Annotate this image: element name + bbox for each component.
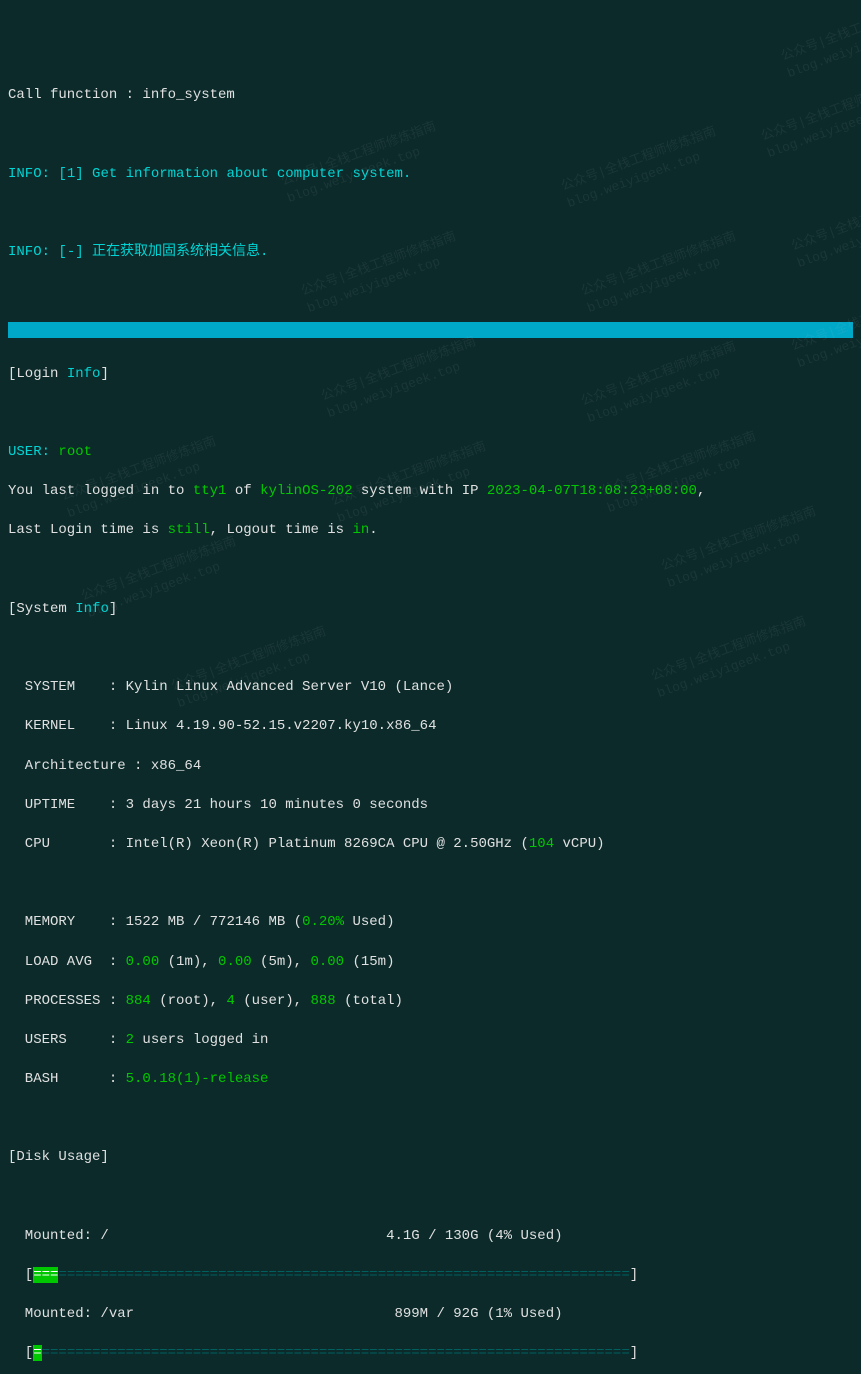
proc-total: 888	[311, 993, 336, 1009]
load-5m: 0.00	[218, 954, 252, 970]
hostname-value: kylinOS-202	[260, 483, 352, 499]
kernel-line: KERNEL : Linux 4.19.90-52.15.v2207.ky10.…	[8, 717, 853, 737]
blank-line	[8, 282, 853, 302]
uptime-label: UPTIME :	[8, 797, 126, 813]
blank-line	[8, 1109, 853, 1129]
disk-usage-heading: [Disk Usage]	[8, 1148, 853, 1168]
blank-line	[8, 204, 853, 224]
system-info-heading: [System Info]	[8, 600, 853, 620]
load-1m: 0.00	[126, 954, 160, 970]
bash-line: BASH : 5.0.18(1)-release	[8, 1070, 853, 1090]
memory-label: MEMORY :	[8, 914, 126, 930]
login-info-heading: [Login Info]	[8, 365, 853, 385]
watermark: 公众号|全栈工程师修炼指南blog.weiyigeek.top	[659, 503, 825, 593]
users-label: USERS :	[8, 1032, 126, 1048]
mount-var-bar: [=======================================…	[8, 1344, 853, 1364]
user-value: root	[58, 444, 92, 460]
processes-line: PROCESSES : 884 (root), 4 (user), 888 (t…	[8, 992, 853, 1012]
call-function-line: Call function : info_system	[8, 86, 853, 106]
proc-user: 4	[226, 993, 234, 1009]
cpu-value-2: vCPU)	[554, 836, 604, 852]
login-user-line: USER: root	[8, 443, 853, 463]
system-os-line: SYSTEM : Kylin Linux Advanced Server V10…	[8, 678, 853, 698]
load-15m: 0.00	[310, 954, 344, 970]
uptime-line: UPTIME : 3 days 21 hours 10 minutes 0 se…	[8, 796, 853, 816]
highlight-divider	[8, 322, 853, 346]
arch-line: Architecture : x86_64	[8, 757, 853, 777]
arch-value: x86_64	[151, 758, 201, 774]
memory-percent: 0.20%	[302, 914, 344, 930]
loadavg-line: LOAD AVG : 0.00 (1m), 0.00 (5m), 0.00 (1…	[8, 953, 853, 973]
mount-root-line: Mounted: / 4.1G / 130G (4% Used)	[8, 1227, 853, 1247]
blank-line	[8, 404, 853, 424]
watermark: 公众号|全栈工程师修炼指南blog.weiyigeek.top	[599, 428, 765, 518]
mount-var-line: Mounted: /var 899M / 92G (1% Used)	[8, 1305, 853, 1325]
cyan-bar	[8, 322, 853, 338]
uptime-value: 3 days 21 hours 10 minutes 0 seconds	[126, 797, 428, 813]
users-count: 2	[126, 1032, 134, 1048]
timestamp-value: 2023-04-07T18:08:23+08:00	[487, 483, 697, 499]
mount-label: Mounted: /var	[8, 1306, 386, 1322]
info-text-2: 正在获取加固系统相关信息.	[84, 244, 269, 260]
in-value: in	[352, 522, 369, 538]
info-prefix: INFO:	[8, 166, 58, 182]
call-function-text: Call function : info_system	[8, 87, 235, 103]
mount-stats: 899M / 92G (1% Used)	[386, 1306, 562, 1322]
progress-filled: ===	[33, 1267, 58, 1283]
memory-line: MEMORY : 1522 MB / 772146 MB (0.20% Used…	[8, 913, 853, 933]
users-line: USERS : 2 users logged in	[8, 1031, 853, 1051]
blank-line	[8, 126, 853, 146]
system-value: Kylin Linux Advanced Server V10 (Lance)	[126, 679, 454, 695]
proc-root: 884	[126, 993, 151, 1009]
watermark: 公众号|全栈工程师修炼指南blog.weiyigeek.top	[579, 228, 745, 318]
blank-line	[8, 1188, 853, 1208]
cpu-count: 104	[529, 836, 554, 852]
cpu-label: CPU :	[8, 836, 126, 852]
arch-label: Architecture :	[8, 758, 151, 774]
processes-label: PROCESSES :	[8, 993, 126, 1009]
login-last-line: You last logged in to tty1 of kylinOS-20…	[8, 482, 853, 502]
watermark: 公众号|全栈工程师修炼指南blog.weiyigeek.top	[299, 228, 465, 318]
blank-line	[8, 639, 853, 659]
progress-empty: ========================================…	[58, 1267, 629, 1283]
tty-value: tty1	[193, 483, 227, 499]
info-bracket-1: [1]	[58, 166, 83, 182]
progress-empty: ========================================…	[42, 1345, 630, 1361]
mount-root-bar: [=======================================…	[8, 1266, 853, 1286]
info-text-1: Get information about computer system.	[84, 166, 412, 182]
info-line-2: INFO: [-] 正在获取加固系统相关信息.	[8, 243, 853, 263]
kernel-value: Linux 4.19.90-52.15.v2207.ky10.x86_64	[126, 718, 437, 734]
mount-stats: 4.1G / 130G (4% Used)	[386, 1228, 562, 1244]
loadavg-label: LOAD AVG :	[8, 954, 126, 970]
watermark: 公众号|全栈工程师修炼指南blog.weiyigeek.top	[779, 0, 861, 83]
kernel-label: KERNEL :	[8, 718, 126, 734]
info-line-1: INFO: [1] Get information about computer…	[8, 165, 853, 185]
cpu-value-1: Intel(R) Xeon(R) Platinum 8269CA CPU @ 2…	[126, 836, 529, 852]
login-status-line: Last Login time is still, Logout time is…	[8, 521, 853, 541]
info-prefix: INFO:	[8, 244, 58, 260]
bash-value: 5.0.18(1)-release	[126, 1071, 269, 1087]
blank-line	[8, 561, 853, 581]
blank-line	[8, 874, 853, 894]
still-value: still	[168, 522, 210, 538]
watermark: 公众号|全栈工程师修炼指南blog.weiyigeek.top	[169, 623, 335, 713]
bash-label: BASH :	[8, 1071, 126, 1087]
mount-label: Mounted: /	[8, 1228, 386, 1244]
info-bracket-2: [-]	[58, 244, 83, 260]
user-label: USER:	[8, 444, 58, 460]
progress-filled: =	[33, 1345, 41, 1361]
system-label: SYSTEM :	[8, 679, 126, 695]
cpu-line: CPU : Intel(R) Xeon(R) Platinum 8269CA C…	[8, 835, 853, 855]
